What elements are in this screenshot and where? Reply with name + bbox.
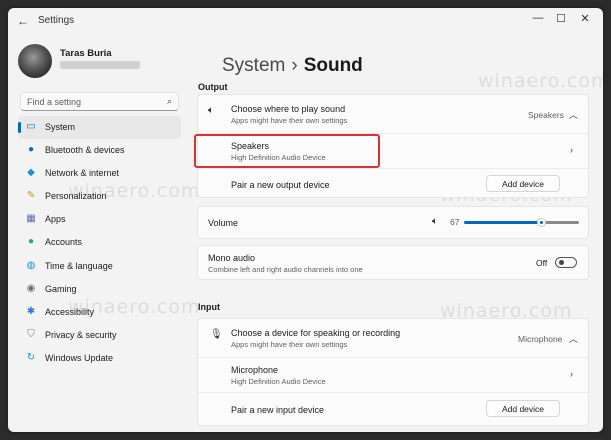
sidebar-item-system[interactable]: ▭ System — [18, 116, 181, 140]
close-button[interactable]: ✕ — [575, 12, 595, 25]
highlight-box — [194, 134, 380, 168]
search-input[interactable]: Find a setting ⌕ — [20, 92, 179, 111]
sidebar-nav: ▭ System ● Bluetooth & devices ◆ Network… — [18, 116, 181, 370]
app-title: Settings — [38, 15, 75, 26]
chevron-right-icon: › — [570, 369, 573, 379]
sidebar-item-privacy[interactable]: ⛉ Privacy & security — [18, 324, 181, 347]
chevron-up-icon[interactable]: ︿ — [569, 108, 578, 121]
shield-icon: ⛉ — [27, 328, 35, 340]
sidebar-item-network[interactable]: ◆ Network & internet — [18, 162, 181, 185]
volume-speaker-icon[interactable]: 🔈︎ — [432, 216, 438, 227]
add-output-device-button[interactable]: Add device — [486, 175, 560, 192]
update-icon: ↻ — [26, 351, 36, 363]
output-selected-device: Speakers — [528, 110, 564, 120]
input-device-row[interactable]: Microphone High Definition Audio Device … — [198, 358, 588, 392]
sidebar-item-label: Apps — [45, 214, 66, 225]
output-choose-subtitle: Apps might have their own settings — [231, 116, 348, 125]
sidebar-item-personalization[interactable]: ✎ Personalization — [18, 185, 181, 208]
wifi-icon: ◆ — [27, 167, 35, 179]
input-device-name: Microphone — [231, 365, 279, 375]
volume-value: 67 — [450, 217, 460, 227]
accessibility-icon: ✱ — [26, 305, 36, 317]
sidebar-item-apps[interactable]: ▦ Apps — [18, 208, 181, 231]
mono-audio-card: Mono audio Combine left and right audio … — [197, 245, 589, 280]
sidebar-item-label: Accounts — [45, 237, 83, 248]
search-icon: ⌕ — [166, 96, 172, 106]
brush-icon: ✎ — [26, 190, 36, 202]
search-placeholder: Find a setting — [27, 97, 82, 107]
title-bar: ← Settings — ☐ ✕ — [8, 8, 603, 34]
mono-audio-toggle[interactable] — [555, 257, 577, 268]
monitor-icon: ▭ — [26, 121, 36, 132]
sidebar-item-bluetooth[interactable]: ● Bluetooth & devices — [18, 139, 181, 162]
sidebar-item-windows-update[interactable]: ↻ Windows Update — [18, 347, 181, 370]
divider — [198, 392, 588, 393]
sidebar-item-label: Time & language — [45, 260, 113, 271]
chevron-right-icon: › — [570, 145, 573, 155]
output-section-label: Output — [198, 82, 228, 92]
sidebar-item-accessibility[interactable]: ✱ Accessibility — [18, 301, 181, 324]
back-arrow-icon[interactable]: ← — [17, 14, 29, 28]
speaker-icon: 🔈︎ — [208, 105, 214, 116]
profile-name: Taras Buria — [60, 48, 112, 59]
volume-label: Volume — [208, 218, 239, 228]
input-choose-title: Choose a device for speaking or recordin… — [231, 328, 401, 338]
pair-input-label: Pair a new input device — [231, 405, 325, 415]
breadcrumb: System › Sound — [222, 55, 363, 77]
apps-icon: ▦ — [26, 213, 36, 225]
output-choose-title: Choose where to play sound — [231, 104, 346, 114]
chevron-up-icon[interactable]: ︿ — [569, 332, 578, 345]
breadcrumb-parent[interactable]: System — [222, 55, 285, 76]
volume-slider-fill — [464, 221, 541, 224]
mono-audio-state: Off — [536, 258, 548, 268]
globe-icon: ◍ — [26, 259, 36, 271]
sidebar-item-gaming[interactable]: ◉ Gaming — [18, 278, 181, 301]
breadcrumb-separator: › — [291, 55, 298, 76]
sidebar-item-accounts[interactable]: ● Accounts — [18, 231, 181, 254]
sidebar-item-label: Privacy & security — [45, 329, 117, 340]
sidebar-item-time-language[interactable]: ◍ Time & language — [18, 255, 181, 278]
settings-window: ← Settings — ☐ ✕ winaero.com winaero.com… — [8, 8, 603, 432]
sidebar-item-label: Gaming — [45, 283, 77, 294]
sidebar-item-label: System — [45, 122, 76, 132]
input-device-subtitle: High Definition Audio Device — [231, 377, 326, 386]
bluetooth-icon: ● — [27, 144, 35, 156]
volume-slider-thumb[interactable] — [537, 218, 546, 227]
toggle-knob — [559, 260, 564, 265]
profile-email-blurred — [60, 61, 140, 69]
mono-audio-subtitle: Combine left and right audio channels in… — [208, 265, 363, 274]
divider — [198, 168, 588, 169]
sidebar-item-label: Bluetooth & devices — [45, 145, 125, 156]
sidebar-item-label: Accessibility — [45, 306, 95, 317]
pair-output-label: Pair a new output device — [231, 180, 330, 190]
volume-card: Volume 🔈︎ 67 — [197, 206, 589, 239]
minimize-button[interactable]: — — [528, 12, 548, 24]
page-title: Sound — [303, 55, 363, 76]
sidebar-item-label: Windows Update — [45, 352, 114, 363]
input-card: 🎙︎ Choose a device for speaking or recor… — [197, 318, 589, 426]
mono-audio-title: Mono audio — [208, 253, 256, 263]
input-selected-device: Microphone — [518, 334, 563, 344]
maximize-button[interactable]: ☐ — [551, 12, 571, 25]
volume-slider-track — [541, 221, 579, 224]
sidebar-item-label: Personalization — [45, 191, 107, 202]
microphone-icon: 🎙︎ — [210, 329, 223, 340]
person-icon: ● — [27, 236, 35, 248]
gamepad-icon: ◉ — [26, 282, 36, 294]
add-input-device-button[interactable]: Add device — [486, 400, 560, 417]
input-choose-subtitle: Apps might have their own settings — [231, 340, 348, 349]
input-section-label: Input — [198, 302, 220, 312]
watermark: winaero.com — [478, 70, 603, 92]
avatar[interactable] — [18, 44, 52, 78]
sidebar-item-label: Network & internet — [45, 168, 120, 179]
